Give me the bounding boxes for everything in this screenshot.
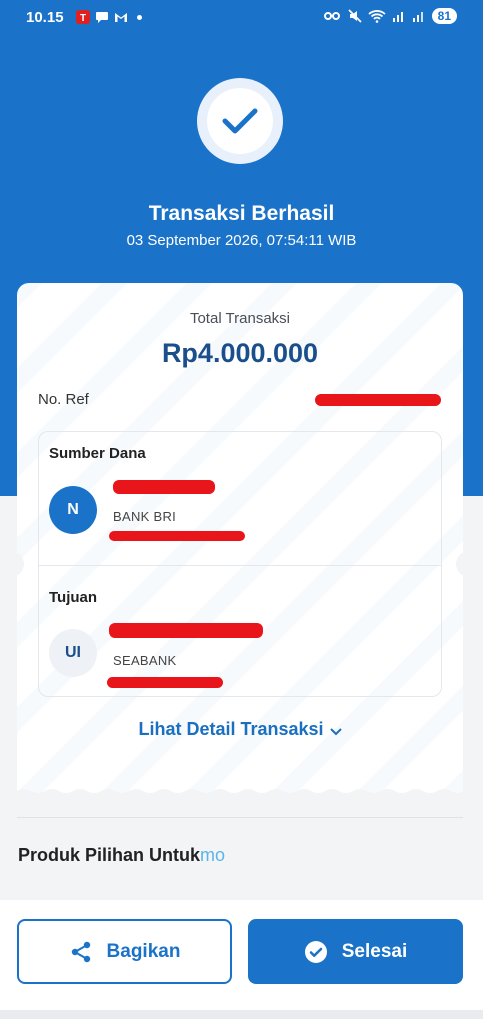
bottom-action-bar: Bagikan Selesai [0,900,483,1019]
source-account-redaction [109,531,245,541]
destination-title: Tujuan [49,589,98,606]
destination-avatar: UI [49,629,97,677]
system-icons: 81 [323,8,457,24]
vpn-key-icon [323,12,340,20]
destination-bank: SEABANK [113,653,177,668]
status-time: 10.15 [26,9,64,26]
success-badge-inner [207,88,273,154]
notification-icons: T [76,10,142,24]
recommended-products-title: Produk Pilihan Untukmo [18,845,225,866]
receipt-card: Total Transaksi Rp4.000.000 No. Ref Sumb… [17,283,463,797]
total-label: Total Transaksi [189,310,291,327]
reference-label: No. Ref [38,391,89,408]
share-icon [71,941,90,962]
battery-icon: 81 [431,8,457,24]
dot-icon [137,14,142,20]
fund-divider [39,565,441,566]
status-bar: 10.15 T 81 [0,0,483,36]
mo-logo: mo [200,845,226,865]
signal-icon [412,12,423,22]
total-amount: Rp4.000.000 [161,338,319,368]
done-button-label: Selesai [341,940,408,962]
recommended-products-label: Produk Pilihan Untuk [18,845,201,865]
navigation-bar [0,1010,483,1019]
source-title: Sumber Dana [49,445,146,462]
transaction-datetime: 03 September 2026, 07:54:11 WIB [126,232,357,249]
source-avatar: N [49,486,97,534]
signal-icon [392,12,403,22]
source-name-redaction [113,480,215,494]
view-transaction-detail-link[interactable]: Lihat Detail Transaksi [17,719,463,741]
share-button-label: Bagikan [106,940,181,962]
wifi-icon [368,10,386,23]
destination-name-redaction [109,623,263,638]
share-button[interactable]: Bagikan [17,919,232,984]
mute-icon [348,9,362,23]
receipt-zigzag-edge [17,789,463,797]
transaction-status-title: Transaksi Berhasil [148,202,335,225]
svg-text:T: T [80,13,86,24]
check-circle-icon [304,940,327,963]
destination-account-redaction [107,677,223,688]
done-button[interactable]: Selesai [248,919,463,984]
chat-icon [96,12,108,23]
check-icon [222,108,258,134]
success-badge [197,78,283,164]
section-separator [17,817,463,818]
chevron-down-icon [329,720,342,741]
source-bank: BANK BRI [113,509,177,524]
telkomsel-icon: T [76,10,90,24]
fund-flow-box: Sumber Dana N BANK BRI Tujuan UI SEABANK [38,431,442,697]
reference-redaction [315,394,441,406]
gmail-icon [115,13,127,22]
detail-link-label: Lihat Detail Transaksi [138,719,324,739]
